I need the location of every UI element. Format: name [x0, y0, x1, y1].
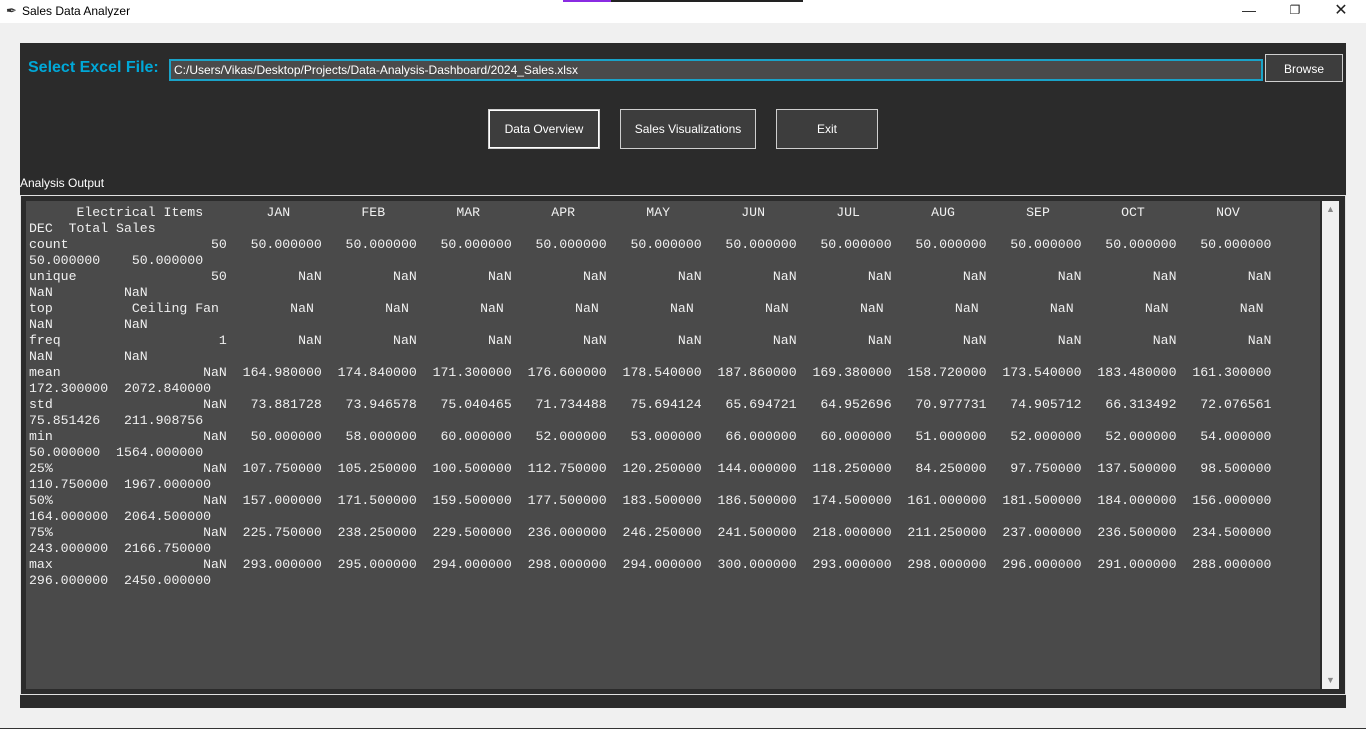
title-accent-highlight: [563, 0, 611, 2]
data-overview-button[interactable]: Data Overview: [488, 109, 600, 149]
analysis-output-label: Analysis Output: [20, 176, 105, 190]
output-line: 172.300000 2072.840000: [29, 381, 212, 396]
output-line: std NaN 73.881728 73.946578 75.040465 71…: [29, 397, 1272, 412]
output-line: NaN NaN: [29, 317, 148, 332]
analysis-output-frame: Electrical Items JAN FEB MAR APR MAY JUN…: [20, 195, 1346, 695]
window-title: Sales Data Analyzer: [22, 4, 131, 18]
file-path-input[interactable]: C:/Users/Vikas/Desktop/Projects/Data-Ana…: [169, 59, 1263, 81]
scroll-up-icon[interactable]: ▲: [1322, 201, 1339, 218]
output-line: DEC Total Sales: [29, 221, 156, 236]
output-line: 243.000000 2166.750000: [29, 541, 212, 556]
browse-button[interactable]: Browse: [1265, 54, 1343, 82]
minimize-button[interactable]: —: [1226, 0, 1272, 23]
output-line: min NaN 50.000000 58.000000 60.000000 52…: [29, 429, 1272, 444]
analysis-output-text[interactable]: Electrical Items JAN FEB MAR APR MAY JUN…: [26, 201, 1320, 689]
output-line: 296.000000 2450.000000: [29, 573, 212, 588]
output-line: Electrical Items JAN FEB MAR APR MAY JUN…: [29, 205, 1240, 220]
output-line: 110.750000 1967.000000: [29, 477, 212, 492]
output-line: NaN NaN: [29, 349, 148, 364]
output-line: 50% NaN 157.000000 171.500000 159.500000…: [29, 493, 1272, 508]
output-line: 75.851426 211.908756: [29, 413, 204, 428]
close-button[interactable]: ✕: [1318, 0, 1364, 23]
exit-button[interactable]: Exit: [776, 109, 878, 149]
file-select-label: Select Excel File:: [28, 59, 159, 76]
output-line: 50.000000 50.000000: [29, 253, 204, 268]
output-line: max NaN 293.000000 295.000000 294.000000…: [29, 557, 1272, 572]
output-line: 75% NaN 225.750000 238.250000 229.500000…: [29, 525, 1272, 540]
output-line: 25% NaN 107.750000 105.250000 100.500000…: [29, 461, 1272, 476]
vertical-scrollbar[interactable]: ▲ ▼: [1322, 201, 1339, 689]
output-line: unique 50 NaN NaN NaN NaN NaN NaN NaN Na…: [29, 269, 1272, 284]
sales-visualizations-button[interactable]: Sales Visualizations: [620, 109, 756, 149]
feather-icon: ✒: [6, 3, 17, 18]
output-line: NaN NaN: [29, 285, 148, 300]
output-line: mean NaN 164.980000 174.840000 171.30000…: [29, 365, 1272, 380]
output-line: top Ceiling Fan NaN NaN NaN NaN NaN NaN …: [29, 301, 1264, 316]
output-line: 50.000000 1564.000000: [29, 445, 204, 460]
scroll-down-icon[interactable]: ▼: [1322, 672, 1339, 689]
output-line: 164.000000 2064.500000: [29, 509, 212, 524]
title-bar: ✒ Sales Data Analyzer — ❐ ✕: [0, 0, 1366, 23]
maximize-button[interactable]: ❐: [1272, 0, 1318, 23]
output-line: freq 1 NaN NaN NaN NaN NaN NaN NaN NaN N…: [29, 333, 1272, 348]
output-line: count 50 50.000000 50.000000 50.000000 5…: [29, 237, 1272, 252]
